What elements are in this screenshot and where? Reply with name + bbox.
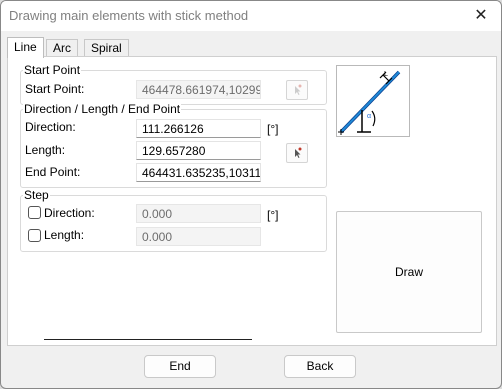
close-button[interactable]: ✕ xyxy=(461,1,501,31)
direction-unit: [°] xyxy=(267,122,279,136)
step-direction-field[interactable]: 0.000 xyxy=(136,204,261,223)
step-length-field[interactable]: 0.000 xyxy=(136,227,261,246)
step-direction-label: Direction: xyxy=(44,206,95,220)
draw-button[interactable]: Draw xyxy=(336,211,482,333)
stick-line-diagram-icon: L α xyxy=(338,70,401,135)
tab-panel-line: Start Point Start Point: 464478.661974,1… xyxy=(7,56,497,346)
tab-line[interactable]: Line xyxy=(7,37,44,58)
direction-group-title: Direction / Length / End Point xyxy=(23,102,182,116)
cursor-pick-icon xyxy=(295,147,302,158)
tab-spiral[interactable]: Spiral xyxy=(84,39,129,57)
angle-symbol: α xyxy=(367,113,371,120)
start-point-group: Start Point Start Point: 464478.661974,1… xyxy=(20,63,327,105)
start-point-field[interactable]: 464478.661974,102991.561 xyxy=(136,80,261,99)
step-group-title: Step xyxy=(23,188,50,202)
step-direction-unit: [°] xyxy=(267,208,279,222)
title-bar: Drawing main elements with stick method … xyxy=(1,1,501,31)
divider-line xyxy=(44,339,252,340)
length-label: Length: xyxy=(25,143,66,157)
window-title: Drawing main elements with stick method xyxy=(9,8,249,23)
step-group: Step Direction: 0.000 [°] Length: 0.000 xyxy=(20,188,327,252)
step-length-label: Length: xyxy=(44,228,85,242)
start-point-label: Start Point: xyxy=(25,82,85,96)
dialog-window: Drawing main elements with stick method … xyxy=(0,0,502,389)
tab-arc[interactable]: Arc xyxy=(46,39,78,57)
end-point-field[interactable]: 464431.635235,103112.390 xyxy=(136,163,261,182)
preview-box: L α xyxy=(336,65,410,137)
length-symbol: L xyxy=(384,71,388,78)
start-point-pick-button[interactable] xyxy=(286,80,308,100)
direction-length-group: Direction / Length / End Point Direction… xyxy=(20,102,327,188)
step-length-checkbox[interactable] xyxy=(28,229,41,242)
end-point-label: End Point: xyxy=(25,165,81,179)
step-direction-checkbox[interactable] xyxy=(28,206,41,219)
end-point-pick-button[interactable] xyxy=(286,143,308,163)
back-button[interactable]: Back xyxy=(284,355,356,378)
end-button[interactable]: End xyxy=(144,355,216,378)
cursor-pick-icon xyxy=(295,84,302,95)
direction-field[interactable]: 111.266126 xyxy=(136,119,261,138)
start-point-group-title: Start Point xyxy=(23,63,82,77)
length-field[interactable]: 129.657280 xyxy=(136,141,261,160)
direction-label: Direction: xyxy=(25,120,76,134)
